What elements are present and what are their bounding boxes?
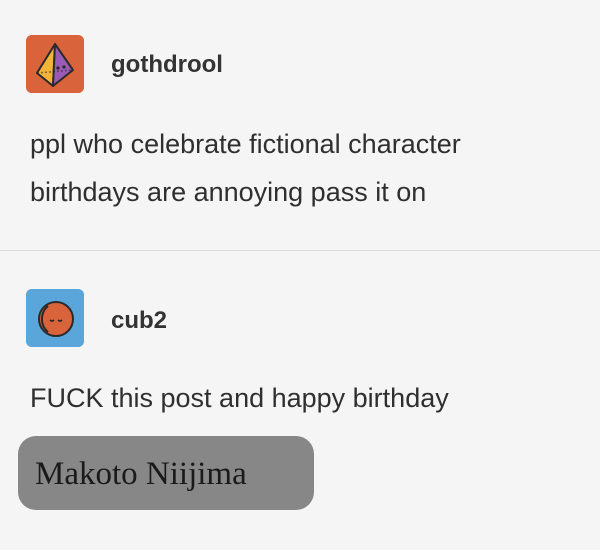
avatar[interactable] [26, 289, 84, 347]
post-body-line: birthdays are annoying pass it on [30, 177, 427, 207]
sleeping-face-icon [26, 289, 84, 347]
avatar[interactable] [26, 35, 84, 93]
pyramid-icon [26, 35, 84, 93]
username[interactable]: cub2 [111, 307, 167, 335]
caption-overlay: Makoto Niijima [18, 436, 314, 510]
post: gothdrool ppl who celebrate fictional ch… [0, 0, 600, 250]
post-body-line: ppl who celebrate fictional character [30, 129, 461, 159]
post-body: ppl who celebrate fictional character bi… [30, 120, 461, 216]
username[interactable]: gothdrool [111, 51, 223, 79]
post-body: FUCK this post and happy birthday [30, 374, 449, 422]
caption-text: Makoto Niijima [35, 456, 247, 492]
post-body-line: FUCK this post and happy birthday [30, 383, 449, 413]
